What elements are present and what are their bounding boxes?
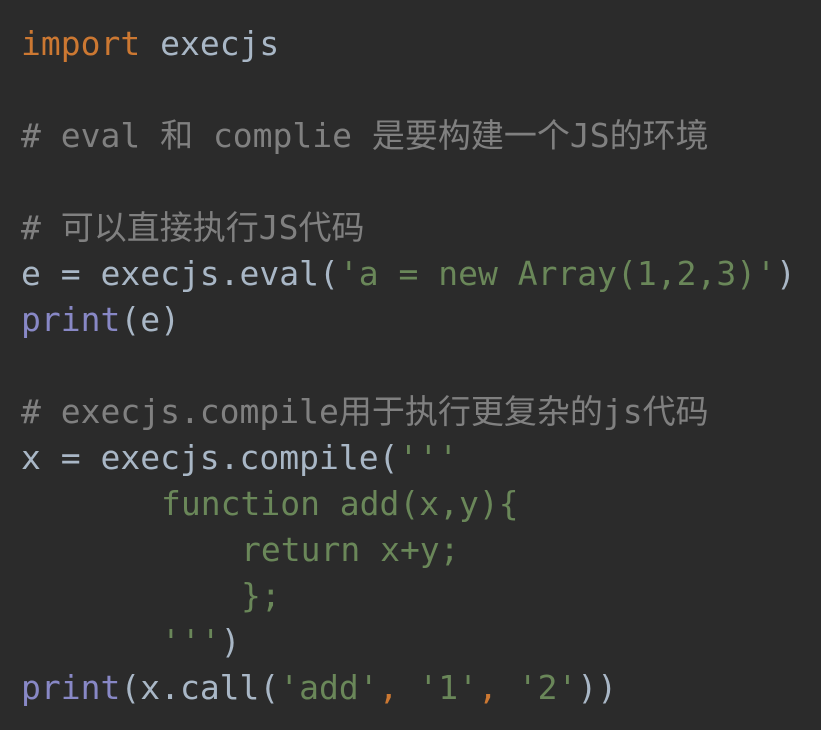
code-editor[interactable]: import execjs # eval 和 complie 是要构建一个JS的… bbox=[0, 0, 821, 730]
comment-eval-compile: # eval 和 complie 是要构建一个JS的环境 bbox=[21, 116, 709, 155]
code-line-12: return x+y; bbox=[21, 527, 821, 573]
code-line-6: e = execjs.eval('a = new Array(1,2,3)') bbox=[21, 251, 821, 297]
call-suffix: )) bbox=[577, 668, 618, 707]
triple-quote-close: ''' bbox=[161, 622, 221, 661]
js-function-decl: function add(x,y){ bbox=[161, 484, 519, 523]
code-line-2-blank bbox=[21, 67, 821, 113]
triple-quote-open: ''' bbox=[398, 438, 459, 477]
print-args: (e) bbox=[120, 300, 180, 339]
code-line-7: print(e) bbox=[21, 297, 821, 343]
code-line-15: print(x.call('add', '1', '2')) bbox=[21, 665, 821, 711]
comma-2: , bbox=[478, 668, 518, 707]
code-line-9: # execjs.compile用于执行更复杂的js代码 bbox=[21, 389, 821, 435]
comment-compile: # execjs.compile用于执行更复杂的js代码 bbox=[21, 392, 709, 431]
import-keyword: import bbox=[21, 24, 141, 63]
module-name: execjs bbox=[140, 24, 280, 63]
print-builtin: print bbox=[21, 300, 121, 339]
compile-call-prefix: x = execjs.compile( bbox=[21, 438, 399, 477]
js-closing-brace: }; bbox=[241, 576, 281, 615]
comment-exec-js: # 可以直接执行JS代码 bbox=[21, 208, 365, 247]
comma-1: , bbox=[378, 668, 419, 707]
code-line-5: # 可以直接执行JS代码 bbox=[21, 205, 821, 251]
code-line-1: import execjs bbox=[21, 21, 821, 67]
eval-call-prefix: e = execjs.eval( bbox=[21, 254, 339, 293]
code-line-11: function add(x,y){ bbox=[21, 481, 821, 527]
string-add: 'add' bbox=[279, 668, 379, 707]
string-1: '1' bbox=[418, 668, 478, 707]
code-line-4-blank bbox=[21, 159, 821, 205]
eval-call-suffix: ) bbox=[775, 254, 796, 293]
code-line-3: # eval 和 complie 是要构建一个JS的环境 bbox=[21, 113, 821, 159]
string-2: '2' bbox=[517, 668, 578, 707]
compile-call-suffix: ) bbox=[220, 622, 241, 661]
code-line-14: ''') bbox=[21, 619, 821, 665]
js-return-statement: return x+y; bbox=[241, 530, 460, 569]
call-prefix: (x.call( bbox=[120, 668, 280, 707]
eval-string-literal: 'a = new Array(1,2,3)' bbox=[338, 254, 776, 293]
code-line-13: }; bbox=[21, 573, 821, 619]
print-builtin-2: print bbox=[21, 668, 121, 707]
code-line-8-blank bbox=[21, 343, 821, 389]
code-line-10: x = execjs.compile(''' bbox=[21, 435, 821, 481]
